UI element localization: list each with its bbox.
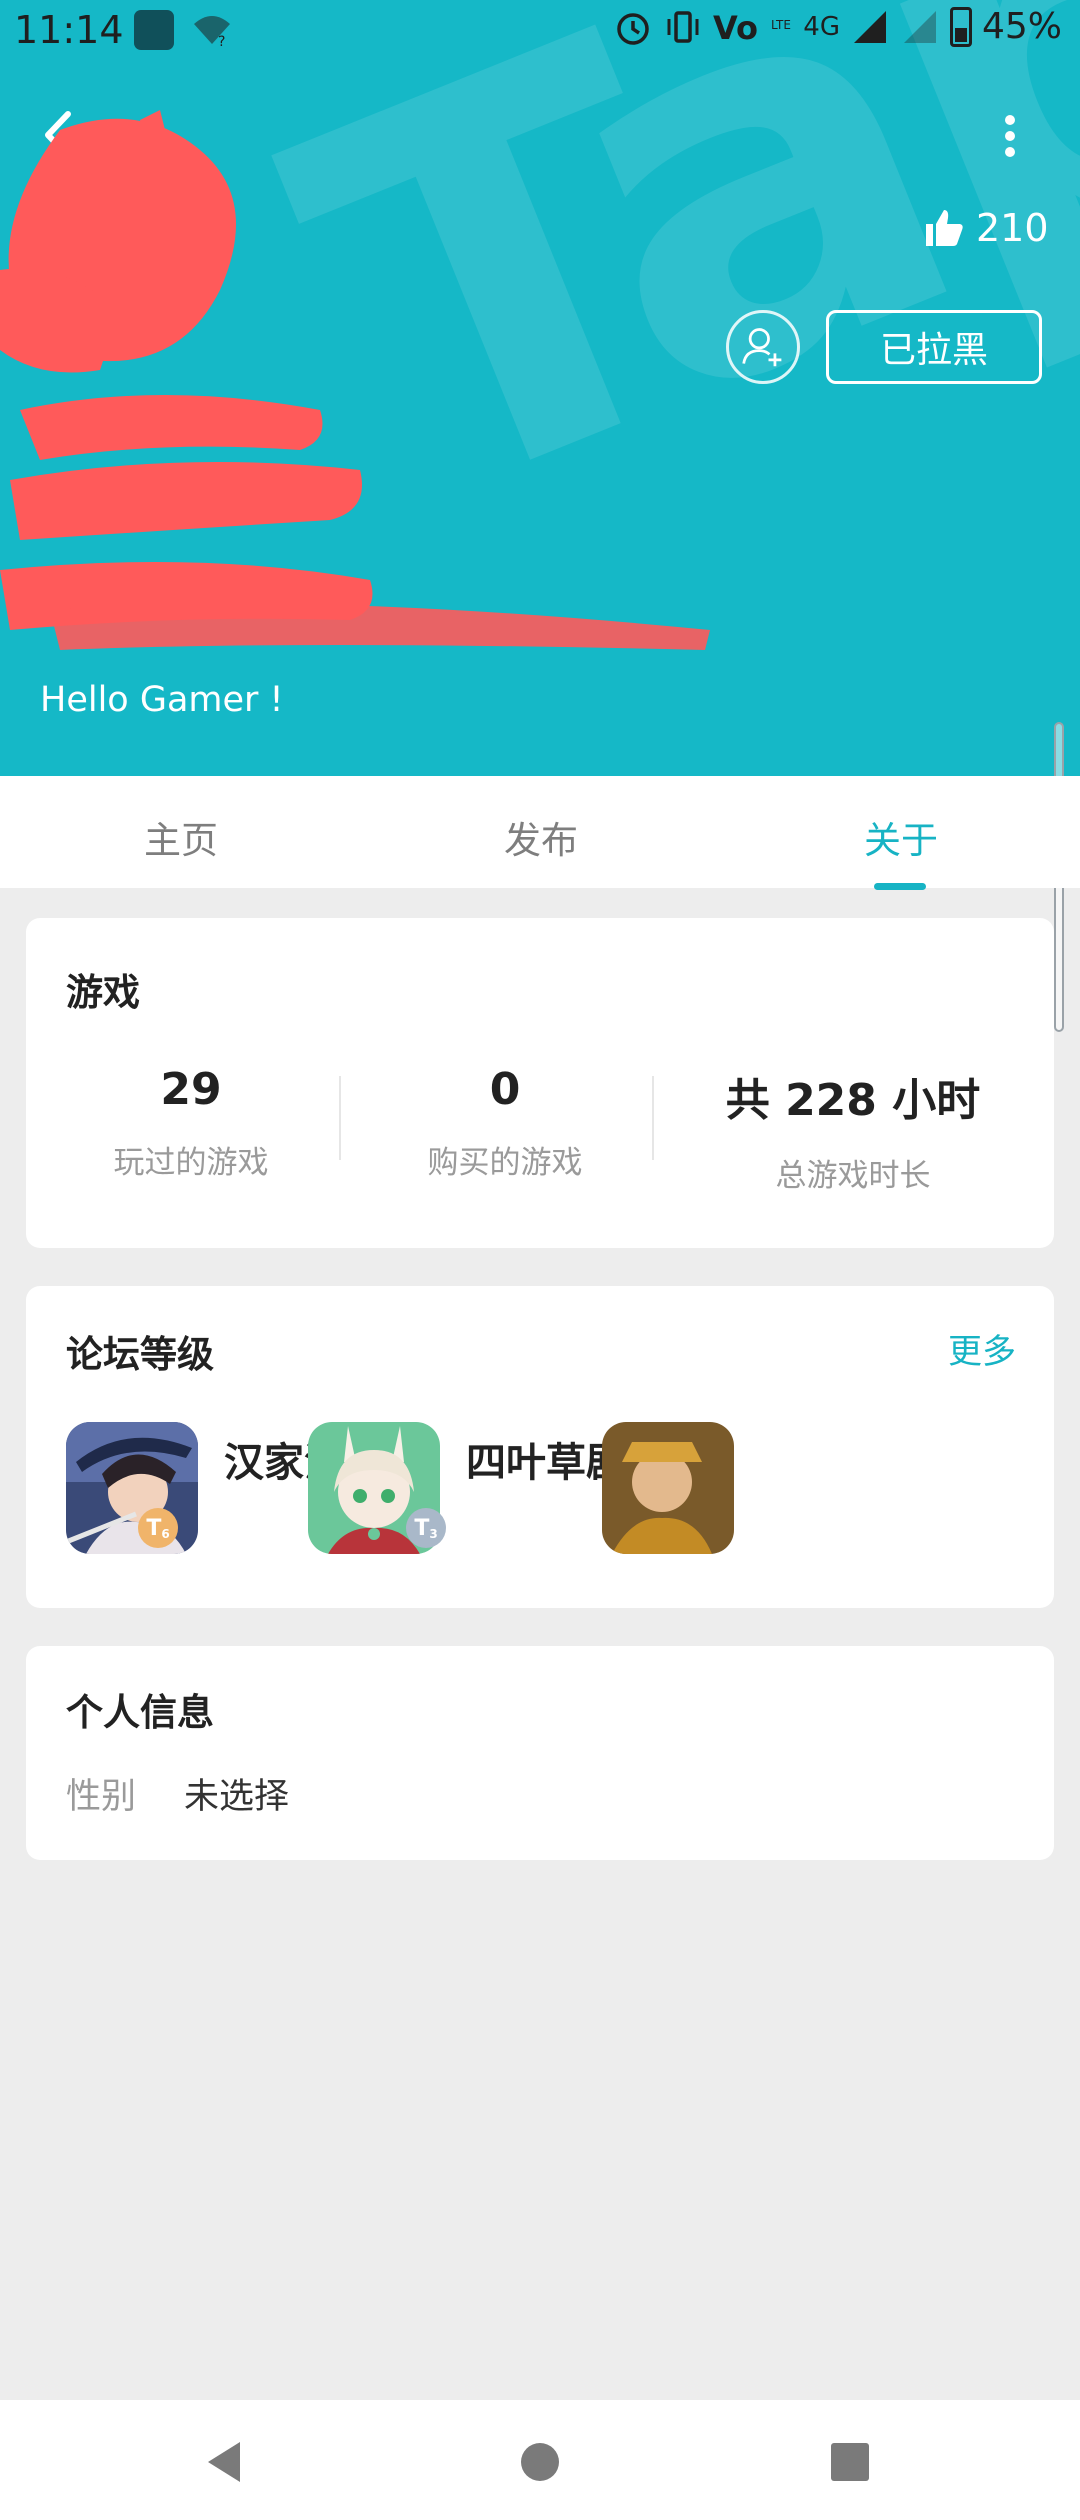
status-bar: 11:14 ? Vo LTE 4G 45% (0, 0, 1080, 64)
redaction-scribble (0, 110, 710, 650)
profile-header: TapTap 11:14 ? Vo LTE 4G (0, 0, 1080, 776)
tab-about[interactable]: 关于 (864, 810, 938, 864)
user-bio: Hello Gamer ! (40, 680, 284, 720)
volte-icon: Vo LTE (713, 9, 791, 47)
stat-label: 购买的游戏 (427, 1145, 583, 1181)
nav-back-icon[interactable] (196, 2432, 256, 2492)
nav-recents-icon[interactable] (820, 2432, 880, 2492)
profile-tabs: 主页 发布 关于 (0, 776, 1080, 888)
games-card-title: 游戏 (66, 971, 140, 1014)
forum-level-card: 论坛等级 更多 汉家江湖 T6 四叶草剧场 T3 (26, 1286, 1054, 1608)
vibrate-icon (667, 10, 699, 43)
more-link[interactable]: 更多 (948, 1324, 1016, 1373)
svg-text:LTE: LTE (771, 18, 791, 32)
game-icon-partial[interactable] (602, 1422, 734, 1554)
game-icon-hanjiajianghu (66, 1422, 198, 1554)
stat-total-playtime[interactable]: 共 228 小时 总游戏时长 (688, 1064, 1018, 1195)
thumbs-up-icon (926, 210, 963, 246)
stat-value: 0 (489, 1064, 521, 1115)
gender-label: 性别 (66, 1777, 137, 1817)
alarm-icon (617, 12, 650, 45)
personal-info-title: 个人信息 (66, 1691, 214, 1734)
tab-posts[interactable]: 发布 (504, 810, 578, 864)
likes-count: 210 (976, 206, 1049, 250)
tab-indicator (874, 883, 926, 890)
level-badge: T6 (138, 1508, 178, 1548)
nav-home-icon[interactable] (510, 2432, 570, 2492)
stat-purchased-games[interactable]: 0 购买的游戏 (340, 1064, 670, 1182)
svg-text:Vo: Vo (713, 9, 758, 47)
personal-info-card: 个人信息 性别 未选择 (26, 1646, 1054, 1860)
stat-played-games[interactable]: 29 玩过的游戏 (26, 1064, 356, 1182)
system-nav-bar (0, 2400, 1080, 2520)
games-card: 游戏 29 玩过的游戏 0 购买的游戏 共 228 小时 总游戏时长 (26, 918, 1054, 1248)
likes-counter[interactable]: 210 (922, 206, 1049, 250)
tab-home[interactable]: 主页 (144, 810, 218, 864)
stat-divider (652, 1076, 654, 1160)
status-time: 11:14 (14, 8, 124, 52)
signal-icon (853, 10, 886, 43)
gender-value: 未选择 (184, 1777, 290, 1817)
stat-value: 共 228 小时 (725, 1075, 981, 1126)
gender-row: 性别 未选择 (66, 1768, 289, 1819)
wifi-icon: ? (194, 16, 230, 48)
level-badge: T3 (406, 1508, 446, 1548)
blocked-button[interactable]: 已拉黑 (826, 310, 1042, 384)
signal-icon-2 (903, 10, 936, 43)
svg-text:?: ? (218, 34, 225, 48)
forum-card-title: 论坛等级 (66, 1333, 214, 1376)
battery-percent: 45% (981, 6, 1062, 47)
more-options-icon[interactable] (990, 110, 1030, 170)
battery-icon (949, 6, 972, 47)
stat-label: 总游戏时长 (775, 1158, 931, 1194)
stat-label: 玩过的游戏 (113, 1145, 269, 1181)
app-icon (134, 10, 174, 50)
stat-value: 29 (160, 1064, 222, 1115)
network-type: 4G (803, 11, 840, 42)
